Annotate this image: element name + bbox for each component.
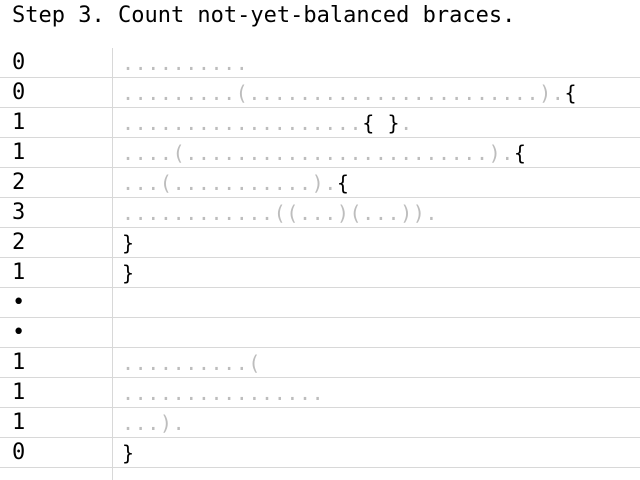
code-line: } [122,258,135,288]
code-row: 0 .........(.......................).{ [0,78,640,108]
brace-count: 1 [12,110,26,135]
brace-count: • [12,290,26,315]
brace-count: 1 [12,350,26,375]
code-row: 0 .......... [0,48,640,78]
brace-count: 0 [12,80,26,105]
code-row: 2 ...(...........).{ [0,168,640,198]
code-line: ............((...)(...)). [122,198,438,228]
brace-count: 1 [12,380,26,405]
code-line: ...). [122,408,185,438]
faded-tail: . [400,111,413,135]
brace-count: 2 [12,170,26,195]
faded-code: .......... [122,51,249,75]
brace-text: } [122,261,135,285]
code-row: 2 } [0,228,640,258]
faded-code: ................... [122,111,363,135]
faded-code: ..........( [122,351,262,375]
faded-code: ....(........................). [122,141,514,165]
code-row: 1 ..........( [0,348,640,378]
code-line: ....(........................).{ [122,138,527,168]
code-row: 1 ................ [0,378,640,408]
faded-code: ...). [122,411,186,435]
brace-count: 3 [12,200,26,225]
code-row: • [0,288,640,318]
brace-count: • [12,320,26,345]
code-row: 0 } [0,438,640,468]
code-line: ..........( [122,348,261,378]
code-line: ...................{ }. [122,108,413,138]
code-line: ................ [122,378,324,408]
code-line: .......... [122,48,248,78]
brace-count: 0 [12,440,26,465]
brace-count: 0 [12,50,26,75]
code-row: 3 ............((...)(...)). [0,198,640,228]
brace-text: { } [362,111,401,135]
brace-text: { [513,141,527,165]
faded-code: ...(...........). [122,171,337,195]
code-row: 1 } [0,258,640,288]
code-grid: 0 .......... 0 .........(...............… [0,48,640,468]
faded-code: ............((...)(...)). [122,201,439,225]
code-line: .........(.......................).{ [122,78,577,108]
faded-code: .........(.......................). [122,81,565,105]
code-line: ...(...........).{ [122,168,350,198]
brace-count: 2 [12,230,26,255]
code-line: } [122,438,135,468]
faded-code: ................ [122,381,325,405]
code-row: 1 ....(........................).{ [0,138,640,168]
page-title: Step 3. Count not-yet-balanced braces. [12,3,516,28]
brace-text: } [122,441,135,465]
brace-count: 1 [12,410,26,435]
brace-count: 1 [12,260,26,285]
code-line: } [122,228,135,258]
brace-count: 1 [12,140,26,165]
code-row: • [0,318,640,348]
brace-text: } [122,231,135,255]
brace-text: { [564,81,578,105]
code-row: 1 ...). [0,408,640,438]
code-row: 1 ...................{ }. [0,108,640,138]
brace-text: { [336,171,350,195]
